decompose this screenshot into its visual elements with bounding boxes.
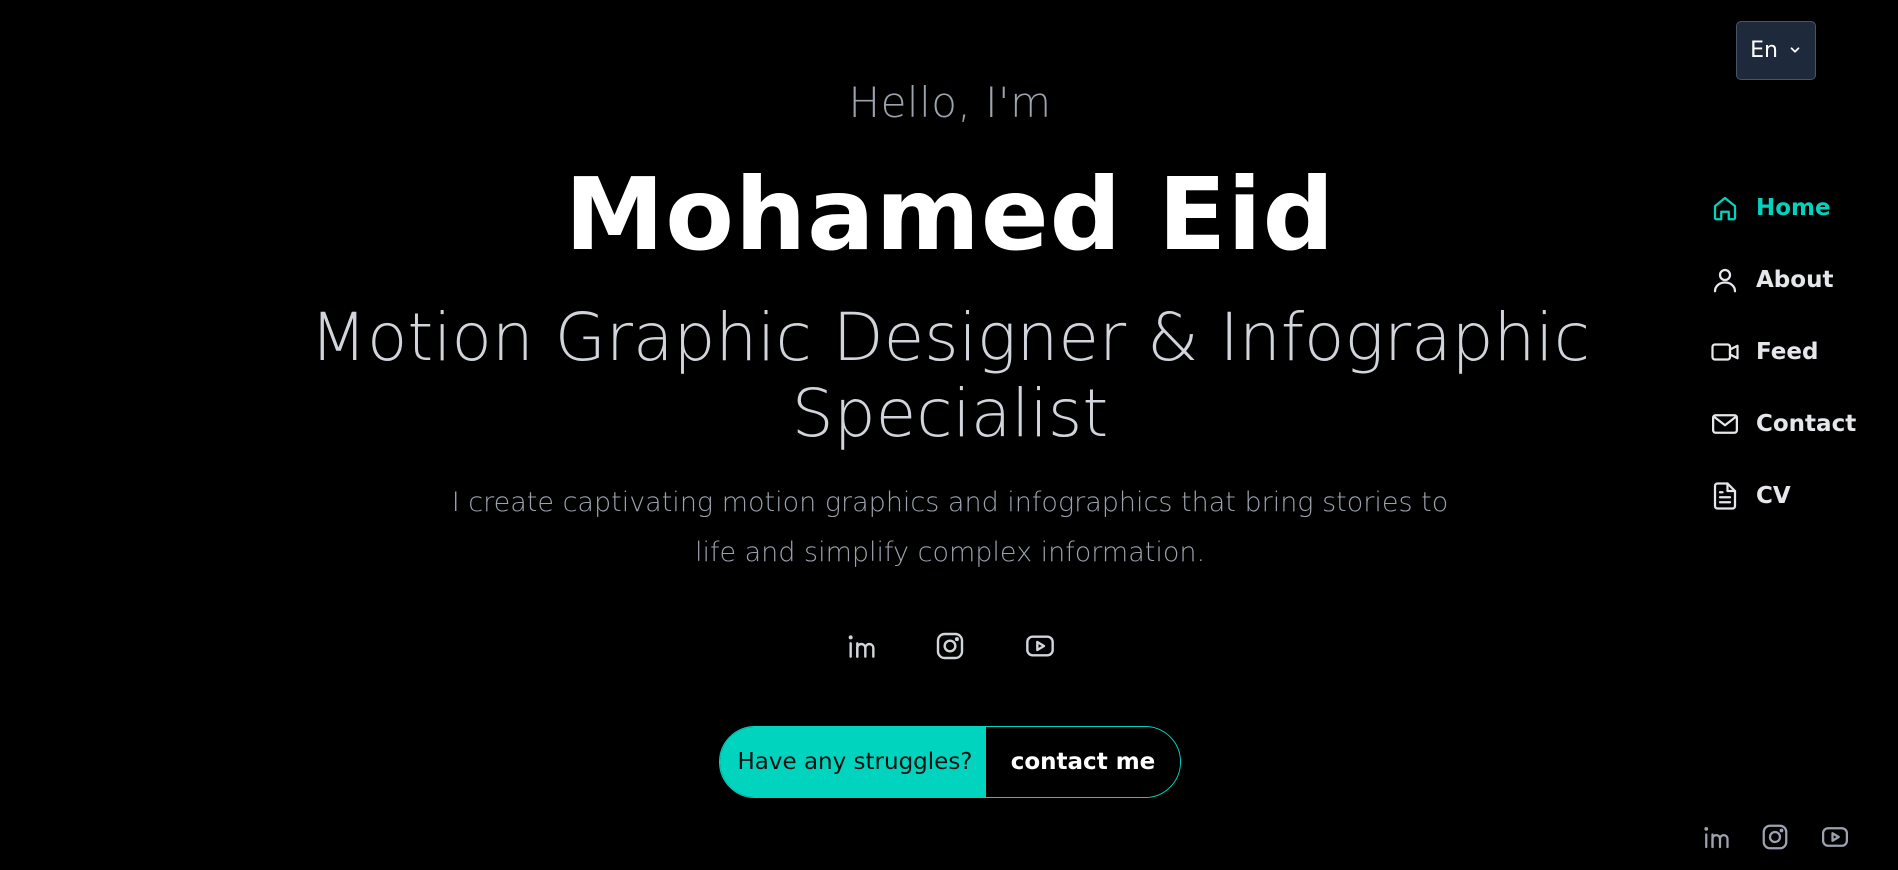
nav-item-feed[interactable]: Feed bbox=[1710, 316, 1890, 388]
nav-item-label: Contact bbox=[1756, 411, 1857, 437]
language-select-value: En bbox=[1750, 38, 1778, 63]
nav-item-label: Feed bbox=[1756, 339, 1819, 365]
contact-me-button[interactable]: contact me bbox=[986, 727, 1180, 797]
home-icon bbox=[1710, 193, 1740, 223]
chevron-down-icon bbox=[1788, 38, 1802, 63]
instagram-icon[interactable] bbox=[934, 630, 966, 662]
nav-item-about[interactable]: About bbox=[1710, 244, 1890, 316]
contact-cta: Have any struggles? contact me bbox=[719, 726, 1181, 798]
cta-prompt: Have any struggles? bbox=[720, 727, 986, 797]
linkedin-icon[interactable] bbox=[1700, 822, 1730, 852]
user-icon bbox=[1710, 265, 1740, 295]
corner-social-links bbox=[1700, 822, 1850, 852]
language-select[interactable]: En bbox=[1736, 21, 1816, 80]
mail-icon bbox=[1710, 409, 1740, 439]
nav-item-contact[interactable]: Contact bbox=[1710, 388, 1890, 460]
hero-role: Motion Graphic Designer & Infographic Sp… bbox=[310, 299, 1590, 452]
nav-item-cv[interactable]: CV bbox=[1710, 460, 1890, 532]
hero-intro: I create captivating motion graphics and… bbox=[451, 487, 1449, 568]
document-icon bbox=[1710, 481, 1740, 511]
video-icon bbox=[1710, 337, 1740, 367]
hero-name: Mohamed Eid bbox=[564, 156, 1336, 273]
nav-item-label: About bbox=[1756, 267, 1834, 293]
youtube-icon[interactable] bbox=[1024, 630, 1056, 662]
nav-item-home[interactable]: Home bbox=[1710, 172, 1890, 244]
instagram-icon[interactable] bbox=[1760, 822, 1790, 852]
hero-social-links bbox=[300, 630, 1600, 662]
nav-item-label: CV bbox=[1756, 483, 1791, 509]
linkedin-icon[interactable] bbox=[844, 630, 876, 662]
side-nav: Home About Feed Contact CV bbox=[1710, 172, 1890, 532]
hero-greeting: Hello, I'm bbox=[848, 78, 1052, 127]
nav-item-label: Home bbox=[1756, 195, 1831, 221]
page: En Hello, I'm Mohamed Eid Motion Graphic… bbox=[0, 0, 1898, 870]
youtube-icon[interactable] bbox=[1820, 822, 1850, 852]
